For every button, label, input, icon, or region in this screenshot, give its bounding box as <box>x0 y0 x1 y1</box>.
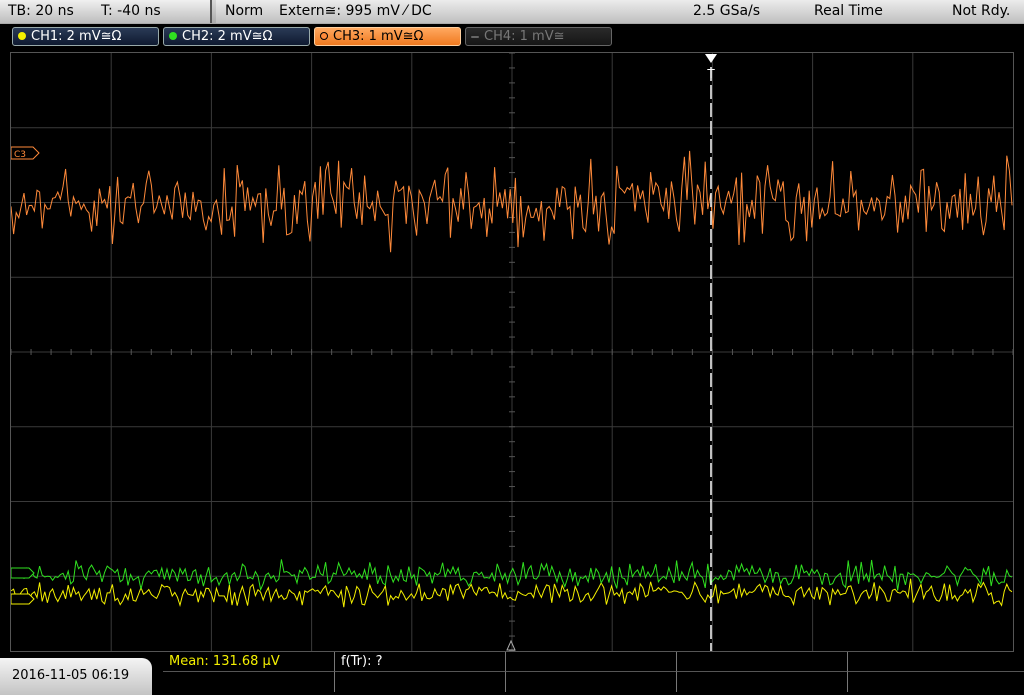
channel-tab-ch4[interactable]: CH4: 1 mV≅ <box>465 27 612 46</box>
measurement-slot-8[interactable] <box>506 672 677 692</box>
measurement-frequency[interactable]: f(Tr): ? <box>335 652 506 672</box>
measurement-slot-10[interactable] <box>848 672 1024 692</box>
waveform-canvas[interactable]: T C3 <box>11 53 1013 651</box>
graticule-grid <box>11 53 1013 651</box>
channel-tab-ch1[interactable]: CH1: 2 mV≅Ω <box>12 27 159 46</box>
sample-rate-label: 2.5 GSa/s <box>693 3 761 19</box>
ch2-level-marker[interactable] <box>11 567 35 579</box>
channel-tab-label: CH2: 2 mV≅Ω <box>182 29 273 44</box>
measurement-slot-5[interactable] <box>848 652 1024 672</box>
ch3-marker-label: C3 <box>14 150 26 160</box>
datetime-box: 2016-11-05 06:19 <box>0 658 152 695</box>
trigger-mode-label: Norm <box>225 3 264 19</box>
ch4-off-dash-icon <box>471 36 479 38</box>
channel-tab-label: CH1: 2 mV≅Ω <box>31 29 122 44</box>
measurement-slot-6[interactable] <box>163 672 335 692</box>
measurement-mean[interactable]: Mean: 131.68 µV <box>163 652 335 672</box>
ground-marker-icon <box>506 639 516 651</box>
datetime-label: 2016-11-05 06:19 <box>12 668 130 683</box>
timebase-label: TB: 20 ns <box>8 3 74 19</box>
measurement-slot-9[interactable] <box>677 672 848 692</box>
measurement-slot-4[interactable] <box>677 652 848 672</box>
trigger-time-label: T: -40 ns <box>101 3 161 19</box>
ch1-color-dot-icon <box>18 32 26 40</box>
trigger-position-icon[interactable] <box>705 54 717 63</box>
trigger-marker-label: T <box>706 67 715 81</box>
acquisition-status-box[interactable]: Norm Extern≅: 995 mV ⁄ DC 2.5 GSa/s Real… <box>216 0 1024 23</box>
ch2-color-dot-icon <box>169 32 177 40</box>
ch3-level-marker[interactable]: C3 <box>11 146 40 160</box>
ch1-level-marker[interactable] <box>11 593 35 605</box>
waveform-display[interactable]: T C3 <box>10 52 1014 652</box>
trigger-source-label: Extern≅: 995 mV ⁄ DC <box>279 3 432 19</box>
measurement-slot-7[interactable] <box>335 672 506 692</box>
top-status-bar: TB: 20 ns T: -40 ns Norm Extern≅: 995 mV… <box>0 0 1024 24</box>
channel-tab-label: CH4: 1 mV≅ <box>484 29 565 44</box>
channel-tab-row: CH1: 2 mV≅Ω CH2: 2 mV≅Ω CH3: 1 mV≅Ω CH4:… <box>0 24 1024 50</box>
timebase-box[interactable]: TB: 20 ns T: -40 ns <box>0 0 212 23</box>
acquisition-mode-label: Real Time <box>814 3 883 19</box>
measurement-panel[interactable]: Mean: 131.68 µV f(Tr): ? <box>163 652 1024 695</box>
run-status-label: Not Rdy. <box>952 3 1011 19</box>
measurement-slot-3[interactable] <box>506 652 677 672</box>
channel-tab-ch3[interactable]: CH3: 1 mV≅Ω <box>314 27 461 46</box>
channel-tab-ch2[interactable]: CH2: 2 mV≅Ω <box>163 27 310 46</box>
ch3-color-dot-icon <box>320 32 328 40</box>
channel-tab-label: CH3: 1 mV≅Ω <box>333 29 424 44</box>
